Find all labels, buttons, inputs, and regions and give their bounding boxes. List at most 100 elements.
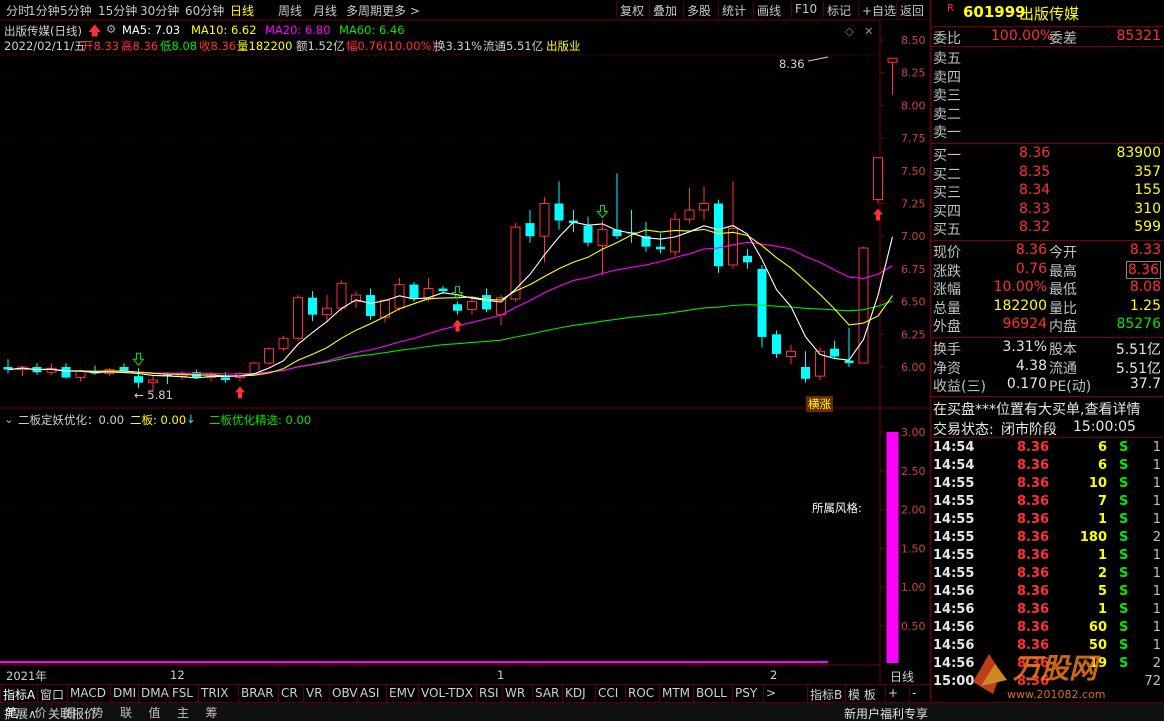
collapse-icon[interactable]: ⌄ [4,412,14,426]
tab-psy[interactable]: PSY [735,686,757,700]
tab-template[interactable]: 模 板 [848,686,876,703]
tick-time: 14:56 [933,656,975,671]
tab-roc[interactable]: ROC [628,686,654,700]
ask-label: 卖四 [933,69,961,86]
panel-tab-0[interactable]: 笔 [6,704,18,721]
tab-mtm[interactable]: MTM [662,686,690,700]
buy-signal-arrow [235,386,245,399]
tab-wr[interactable]: WR [505,686,525,700]
settings-gear-icon[interactable]: ⚙ [106,22,116,36]
tab-indicator-b[interactable]: 指标B [810,686,842,703]
tick-price: 8.36 [1017,638,1050,653]
tab-more[interactable]: > [766,686,776,700]
stat-label: 总量 [933,300,961,317]
tab-boll[interactable]: BOLL [696,686,727,700]
tab-cr[interactable]: CR [281,686,298,700]
tab-brar[interactable]: BRAR [241,686,274,700]
menu-tool-7[interactable]: +自选 [862,2,896,19]
tab-remove[interactable]: - [912,686,916,700]
menu-tool-1[interactable]: 叠加 [653,2,677,19]
candle-body-down [409,284,419,299]
kline-chart-svg[interactable]: 8.50 8.25 8.00 7.75 7.50 7.25 7.00 6.75 6.50 6.25… [0,20,930,684]
menu-period-4[interactable]: 30分钟 [140,2,179,19]
menu-tool-2[interactable]: 多股 [687,2,711,19]
panel-tab-4[interactable]: 联 [120,704,132,721]
menu-tool-0[interactable]: 复权 [620,2,644,19]
menu-period-0[interactable]: 分时 [6,2,30,19]
tab-separator [807,685,808,703]
tick-row: 14:55 8.36 180 S 2 [931,530,1164,548]
tab-rsi[interactable]: RSI [479,686,499,700]
kline-chart-area[interactable]: 8.50 8.25 8.00 7.75 7.50 7.25 7.00 6.75 6.50 6.25… [0,20,930,684]
menu-tool-3[interactable]: 统计 [722,2,746,19]
tab-vr[interactable]: VR [306,686,323,700]
tab-dmi[interactable]: DMI [113,686,136,700]
diamond-icon[interactable]: ◇ [845,24,854,38]
tab-obv[interactable]: OBV [332,686,358,700]
tick-count: 1 [1152,566,1161,581]
panel-tab-3[interactable]: 势 [92,704,104,721]
menu-period-7[interactable]: 周线 [278,2,302,19]
menu-period-2[interactable]: 5分钟 [60,2,92,19]
tick-volume: 2 [1097,566,1107,581]
tab-kdj[interactable]: KDJ [565,686,586,700]
tab-trix[interactable]: TRIX [201,686,228,700]
tab-emv[interactable]: EMV [389,686,415,700]
menu-tool-4[interactable]: 画线 [757,2,781,19]
tab-fsl[interactable]: FSL [172,686,193,700]
menu-period-10[interactable]: 更多 > [382,2,420,19]
tab-sar[interactable]: SAR [535,686,559,700]
tab-macd[interactable]: MACD [70,686,106,700]
tick-volume: 19 [1088,656,1107,671]
fund-label-2: 股本 [1049,342,1077,358]
tab-dma[interactable]: DMA [141,686,169,700]
tick-count: 1 [1152,476,1161,491]
tick-count: 2 [1152,656,1161,671]
menu-tool-6[interactable]: 标记 [827,2,851,19]
candle-body-down [656,246,665,250]
menu-period-9[interactable]: 多周期 [346,2,382,19]
panel-tab-6[interactable]: 主 [177,704,189,721]
candle-body-down [525,223,535,237]
panel-tab-7[interactable]: 筹 [206,704,218,721]
tick-side: S [1119,620,1129,635]
tick-volume: 180 [1079,530,1107,545]
stock-header: R 601999 出版传媒 [931,3,1164,25]
close-icon[interactable]: ✕ [864,24,874,38]
panel-tab-1[interactable]: 价 [35,704,47,721]
tick-price: 8.36 [1017,584,1050,599]
panel-divider [931,337,1164,338]
tick-side: S [1119,440,1129,455]
tab-indicator-a[interactable]: 指标A [3,686,35,703]
menu-period-6[interactable]: 日线 [230,2,254,19]
menu-period-1[interactable]: 1分钟 [28,2,60,19]
tick-count: 1 [1152,440,1161,455]
tick-count: 1 [1152,458,1161,473]
fund-value: 3.31% [1002,339,1047,355]
stat-row: 总量 182200 量比 1.25 [931,298,1164,317]
bid-volume: 310 [1134,200,1161,217]
big-order-notice[interactable]: 在买盘***位置有大买单,查看详情 [933,399,1140,419]
tab-vol-tdx[interactable]: VOL-TDX [421,686,473,700]
candle-body-up [858,247,869,364]
panel-tab-2[interactable]: 细 [63,704,75,721]
tick-time: 14:56 [933,584,975,599]
menu-separator [718,2,719,18]
tab-add[interactable]: + [888,686,898,700]
candle-body-down [714,203,723,267]
tab-窗口[interactable]: 窗口 [40,686,64,703]
panel-tab-5[interactable]: 值 [149,704,161,721]
tab-asi[interactable]: ASI [360,686,379,700]
bid-row: 买一 8.36 83900 [931,145,1164,164]
trade-state-label: 交易状态: [933,422,994,438]
bid-price: 8.33 [1019,200,1051,217]
menu-period-8[interactable]: 月线 [313,2,337,19]
tab-separator [502,685,503,703]
menu-period-3[interactable]: 15分钟 [98,2,137,19]
menu-period-5[interactable]: 60分钟 [185,2,224,19]
indicator-second: 二板: 0.00 [130,413,187,427]
menu-tool-5[interactable]: F10 [795,2,817,16]
tab-cci[interactable]: CCI [598,686,618,700]
new-user-benefit-link[interactable]: 新用户福利专享 [844,705,928,721]
menu-tool-8[interactable]: 返回 [900,2,924,19]
